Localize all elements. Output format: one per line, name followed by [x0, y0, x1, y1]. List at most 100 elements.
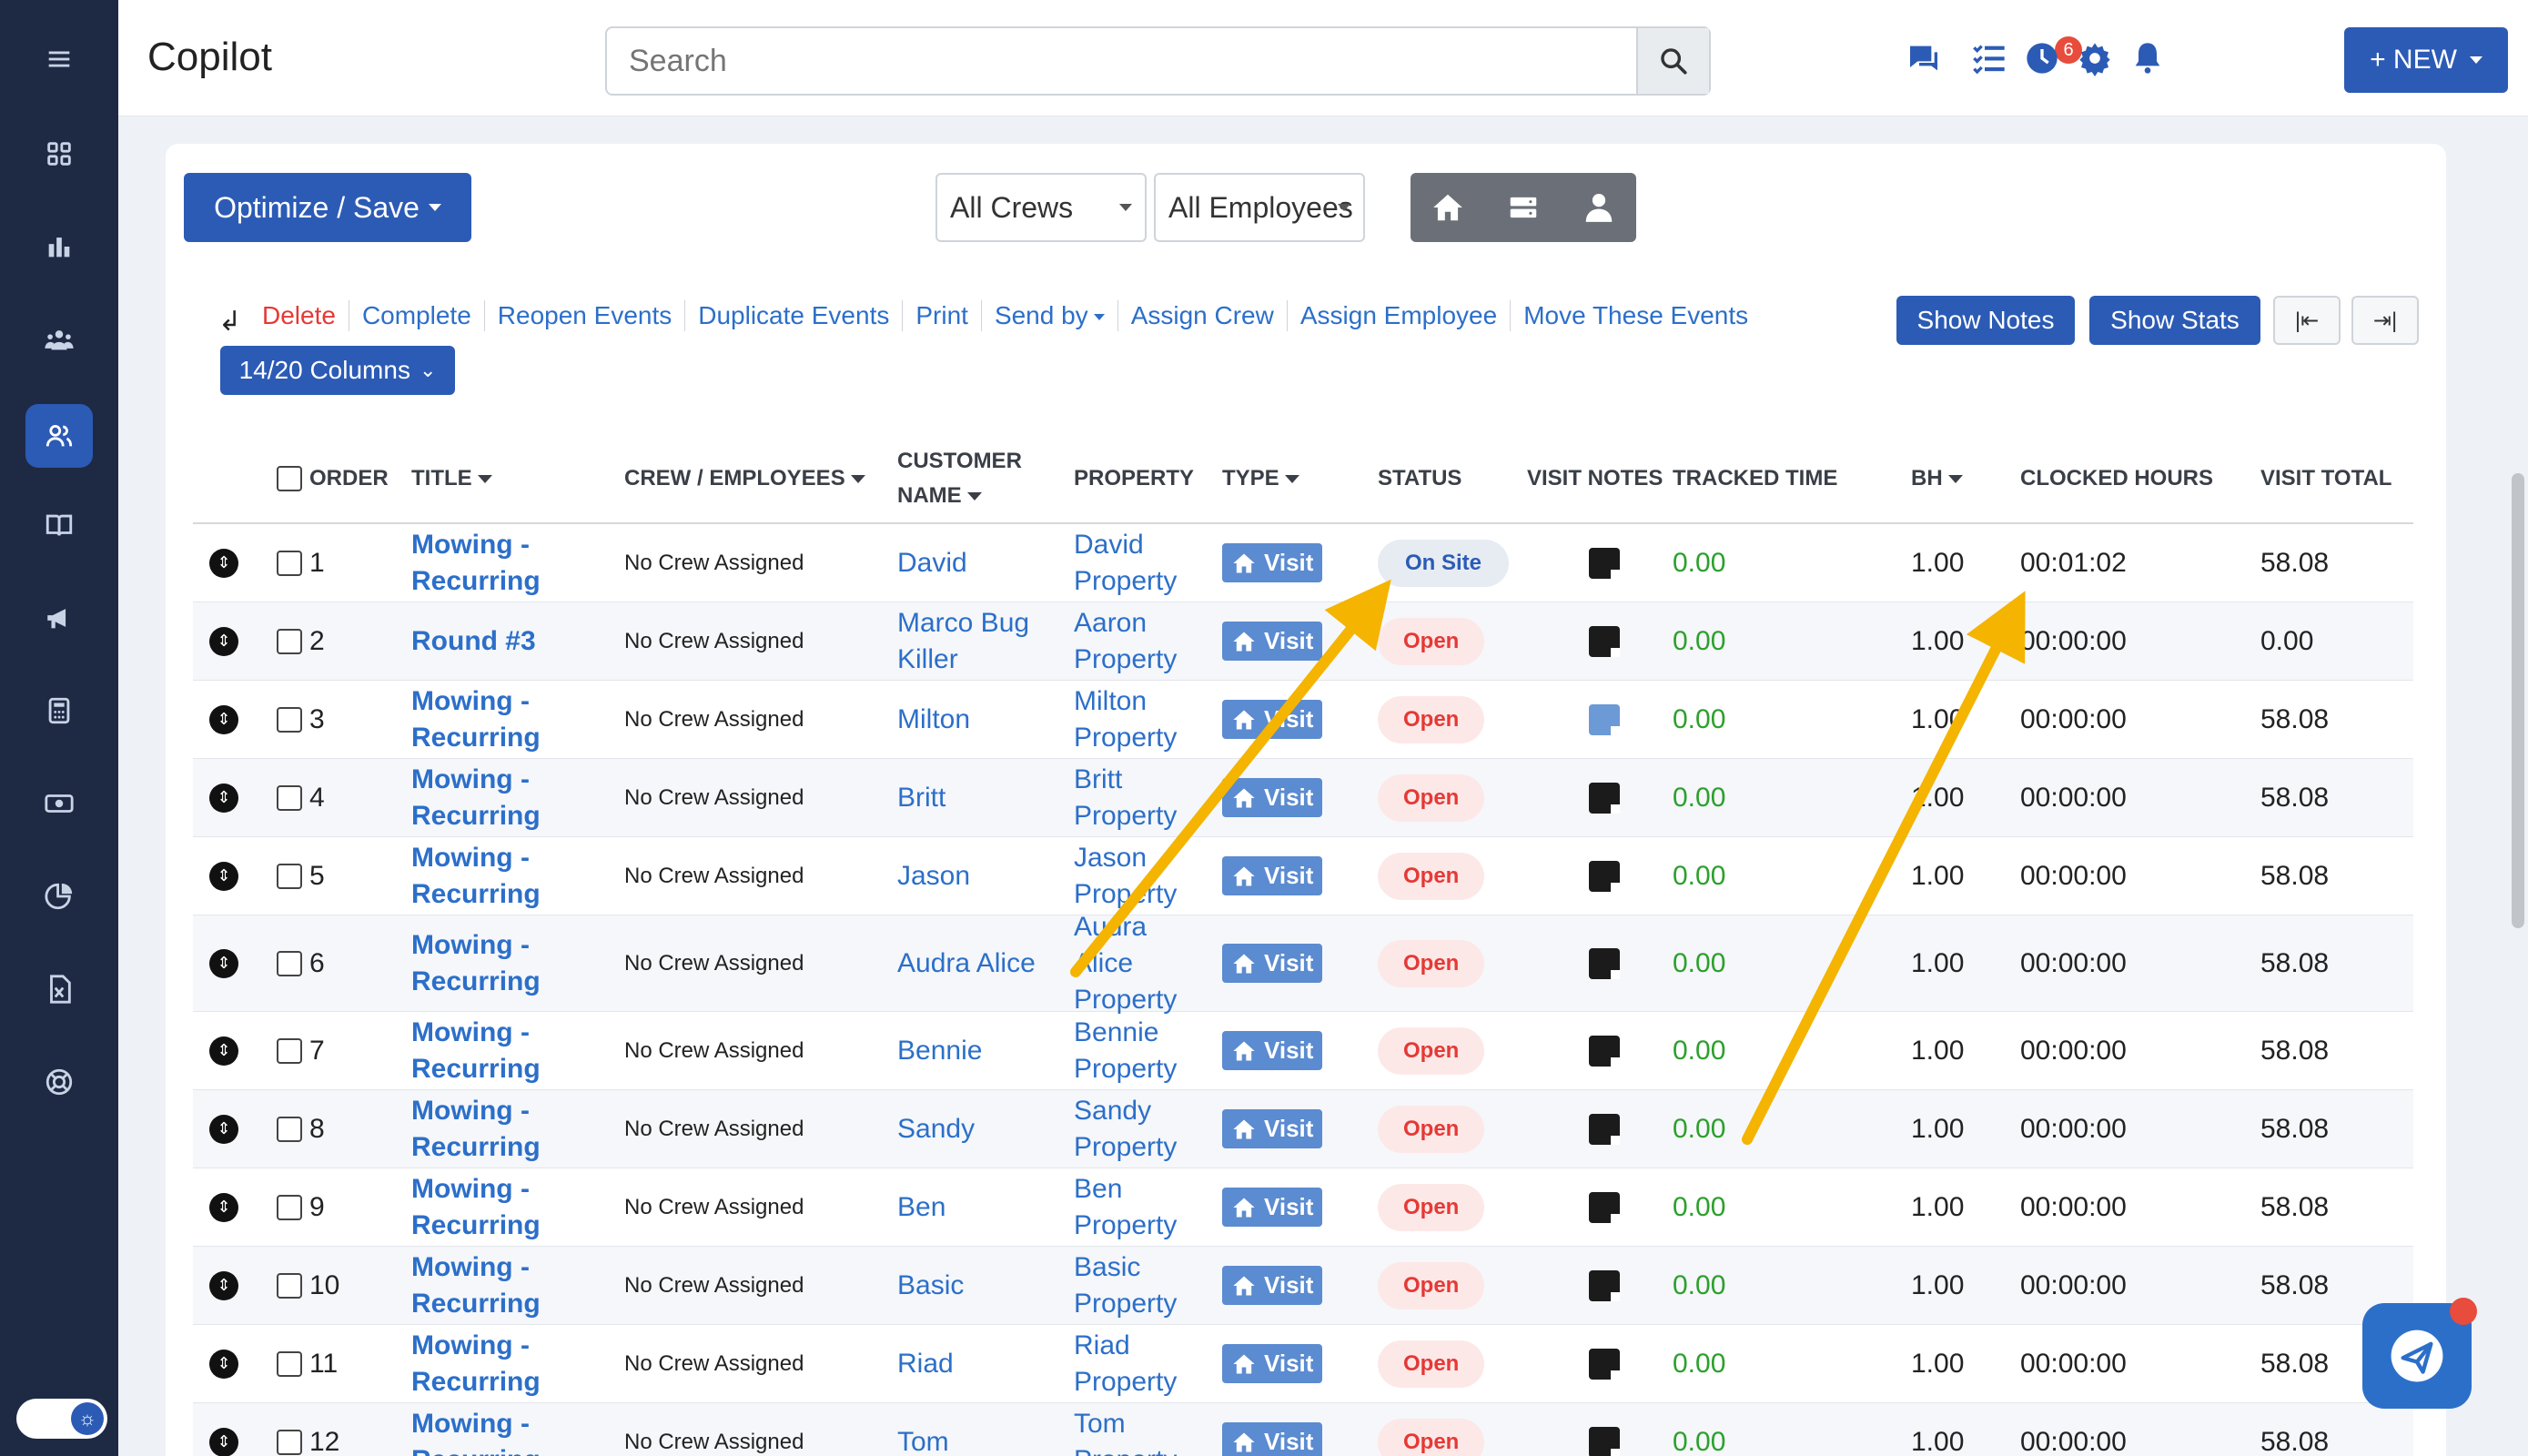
col-property[interactable]: PROPERTY: [1074, 433, 1194, 524]
row-customer-cell[interactable]: Bennie: [897, 1012, 982, 1089]
row-title-cell[interactable]: Mowing -Recurring: [411, 524, 541, 602]
row-customer-line-1[interactable]: Audra Alice: [897, 945, 1036, 982]
row-title-line-1[interactable]: Mowing -: [411, 927, 530, 964]
reports-chart-icon[interactable]: [25, 215, 93, 278]
visit-badge[interactable]: Visit: [1222, 543, 1323, 582]
clock-icon[interactable]: [2022, 38, 2062, 78]
status-badge[interactable]: Open: [1378, 852, 1485, 900]
row-customer-cell[interactable]: Ben: [897, 1168, 945, 1246]
row-property-line-1[interactable]: Milton: [1074, 683, 1147, 720]
table-row[interactable]: ⇕ 6 Mowing - Recurring No Crew Assigned Audra…: [193, 912, 2413, 1015]
row-property-line-1[interactable]: Audra: [1074, 909, 1147, 945]
row-title-cell[interactable]: Mowing -Recurring: [411, 1247, 541, 1324]
row-property-line-2[interactable]: Property: [1074, 563, 1177, 600]
row-checkbox[interactable]: [277, 784, 302, 811]
row-title-line-2[interactable]: Recurring: [411, 1442, 541, 1456]
row-title-line-2[interactable]: Recurring: [411, 964, 541, 1000]
row-title-cell[interactable]: Mowing -Recurring: [411, 1403, 541, 1456]
row-property-line-2[interactable]: Property: [1074, 1286, 1177, 1322]
row-customer-line-1[interactable]: Sandy: [897, 1111, 975, 1148]
user-view-button[interactable]: [1561, 173, 1636, 242]
server-view-button[interactable]: [1486, 173, 1562, 242]
table-row[interactable]: ⇕12Mowing -RecurringNo Crew AssignedTomT…: [193, 1403, 2413, 1456]
row-customer-cell[interactable]: Britt: [897, 759, 945, 836]
table-row[interactable]: ⇕ 1 Mowing - Recurring No Crew Assigned David…: [193, 524, 2413, 602]
row-title-line-1[interactable]: Mowing -: [411, 1328, 530, 1364]
row-checkbox[interactable]: [277, 863, 302, 889]
visit-badge[interactable]: Visit: [1222, 1109, 1323, 1148]
row-title-line-2[interactable]: Recurring: [411, 798, 541, 834]
table-row[interactable]: ⇕ 11 Mowing - Recurring No Crew Assigned Riad…: [193, 1325, 2413, 1403]
row-property-line-1[interactable]: Ben: [1074, 1171, 1122, 1208]
sticky-note-icon[interactable]: [1589, 1191, 1620, 1223]
status-badge[interactable]: Open: [1378, 774, 1485, 822]
row-property-cell[interactable]: TomProperty: [1074, 1403, 1177, 1456]
status-badge[interactable]: Open: [1378, 1183, 1485, 1231]
row-property-line-1[interactable]: Aaron: [1074, 605, 1147, 642]
row-customer-cell[interactable]: Riad: [897, 1325, 954, 1402]
megaphone-icon[interactable]: [25, 586, 93, 650]
col-clocked-hours[interactable]: CLOCKED HOURS: [2020, 433, 2213, 524]
row-customer-cell[interactable]: Milton: [897, 681, 970, 758]
row-title-line-1[interactable]: Mowing -: [411, 683, 530, 720]
row-title-line-1[interactable]: Mowing -: [411, 1249, 530, 1286]
chat-widget-button[interactable]: [2362, 1298, 2477, 1409]
columns-button[interactable]: 14/20 Columns ⌄: [220, 346, 455, 395]
duplicate-events-action[interactable]: Duplicate Events: [685, 300, 904, 331]
row-customer-cell[interactable]: David: [897, 524, 967, 602]
bell-icon[interactable]: [2128, 38, 2168, 78]
visit-badge[interactable]: Visit: [1222, 1188, 1323, 1227]
new-button[interactable]: + NEW: [2344, 27, 2508, 93]
row-checkbox[interactable]: [277, 950, 302, 976]
drag-handle-icon[interactable]: ⇕: [209, 704, 238, 734]
row-customer-line-1[interactable]: Milton: [897, 702, 970, 738]
assign-crew-action[interactable]: Assign Crew: [1118, 300, 1288, 331]
table-row[interactable]: ⇕ 4 Mowing - Recurring No Crew Assigned Britt…: [193, 759, 2413, 837]
row-customer-cell[interactable]: Marco Bug Killer: [897, 602, 1029, 680]
row-title-cell[interactable]: Mowing -Recurring: [411, 1012, 541, 1089]
row-title-line-1[interactable]: Mowing -: [411, 1015, 530, 1051]
collapse-right-button[interactable]: ⇥|: [2351, 296, 2419, 345]
reopen-events-action[interactable]: Reopen Events: [485, 300, 686, 331]
table-row[interactable]: ⇕ 7 Mowing - Recurring No Crew Assigned Benni…: [193, 1012, 2413, 1090]
row-property-cell[interactable]: Ben Property: [1074, 1168, 1177, 1246]
status-badge[interactable]: Open: [1378, 1340, 1485, 1388]
row-property-line-2[interactable]: Property: [1074, 642, 1177, 678]
money-icon[interactable]: [25, 772, 93, 835]
row-customer-cell[interactable]: Audra Alice: [897, 915, 1036, 1011]
move-events-action[interactable]: Move These Events: [1511, 300, 1761, 331]
status-badge[interactable]: Open: [1378, 695, 1485, 743]
visit-badge[interactable]: Visit: [1222, 700, 1323, 739]
row-property-cell[interactable]: Jason Property: [1074, 837, 1177, 915]
row-property-cell[interactable]: Basic Property: [1074, 1247, 1177, 1324]
row-title-cell[interactable]: Mowing -Recurring: [411, 681, 541, 758]
drag-handle-icon[interactable]: ⇕: [209, 1036, 238, 1066]
row-property-line-1[interactable]: Tom: [1074, 1406, 1126, 1442]
row-property-line-1[interactable]: Riad: [1074, 1328, 1130, 1364]
row-title-line-2[interactable]: Recurring: [411, 563, 541, 600]
book-icon[interactable]: [25, 493, 93, 557]
row-title-line-2[interactable]: Recurring: [411, 1286, 541, 1322]
row-customer-line-1[interactable]: Ben: [897, 1189, 945, 1226]
row-property-cell[interactable]: Riad Property: [1074, 1325, 1177, 1402]
property-view-button[interactable]: [1411, 173, 1486, 242]
status-badge[interactable]: Open: [1378, 1026, 1485, 1075]
row-property-line-1[interactable]: Jason: [1074, 840, 1147, 876]
row-title-line-1[interactable]: Mowing -: [411, 1406, 530, 1442]
drag-handle-icon[interactable]: ⇕: [209, 1114, 238, 1144]
collapse-left-button[interactable]: |⇤: [2273, 296, 2341, 345]
employees-select[interactable]: All Employees: [1154, 173, 1365, 242]
table-row[interactable]: ⇕ 9 Mowing - Recurring No Crew Assigned Ben Be…: [193, 1168, 2413, 1247]
sticky-note-icon[interactable]: [1589, 1269, 1620, 1301]
visit-badge[interactable]: Visit: [1222, 1266, 1323, 1305]
task-list-icon[interactable]: [1969, 38, 2009, 78]
chat-messages-icon[interactable]: [1904, 38, 1944, 78]
row-property-cell[interactable]: Audra Alice Property: [1074, 912, 1177, 1015]
excel-file-icon[interactable]: [25, 957, 93, 1021]
row-property-line-2[interactable]: Property: [1074, 720, 1177, 756]
row-title-line-1[interactable]: Mowing -: [411, 762, 530, 798]
row-checkbox[interactable]: [277, 1116, 302, 1142]
drag-handle-icon[interactable]: ⇕: [209, 861, 238, 891]
drag-handle-icon[interactable]: ⇕: [209, 548, 238, 578]
row-title-line-1[interactable]: Mowing -: [411, 840, 530, 876]
